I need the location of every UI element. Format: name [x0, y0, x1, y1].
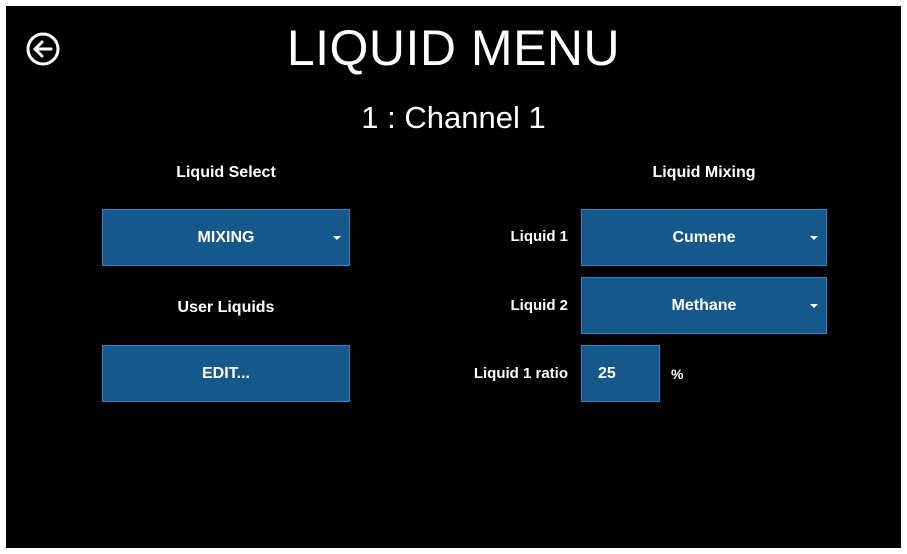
liquid-2-dropdown[interactable]: Methane: [581, 277, 827, 334]
liquid-2-value: Methane: [671, 296, 737, 314]
liquid-select-dropdown[interactable]: MIXING: [102, 209, 350, 266]
user-liquids-label: User Liquids: [177, 299, 275, 316]
liquid-1-ratio-input[interactable]: 25: [581, 345, 660, 402]
caret-down-icon: [810, 303, 818, 308]
liquid-1-value: Cumene: [672, 228, 736, 246]
ratio-unit-label: %: [671, 366, 684, 382]
liquid-1-label: Liquid 1: [510, 228, 569, 245]
caret-down-icon: [810, 235, 818, 240]
liquid-2-label: Liquid 2: [510, 297, 569, 314]
edit-button-label: EDIT...: [201, 364, 250, 382]
caret-down-icon: [333, 235, 341, 240]
liquid-select-value: MIXING: [197, 228, 255, 246]
liquid-1-ratio-label: Liquid 1 ratio: [473, 365, 568, 382]
liquid-menu-screen: LIQUID MENU 1 : Channel 1 Liquid Select …: [6, 6, 901, 548]
liquid-mixing-label: Liquid Mixing: [652, 164, 756, 181]
edit-user-liquids-button[interactable]: EDIT...: [102, 345, 350, 402]
channel-subtitle: 1 : Channel 1: [361, 100, 546, 135]
liquid-1-dropdown[interactable]: Cumene: [581, 209, 827, 266]
page-title: LIQUID MENU: [286, 20, 621, 76]
liquid-select-label: Liquid Select: [176, 164, 276, 181]
